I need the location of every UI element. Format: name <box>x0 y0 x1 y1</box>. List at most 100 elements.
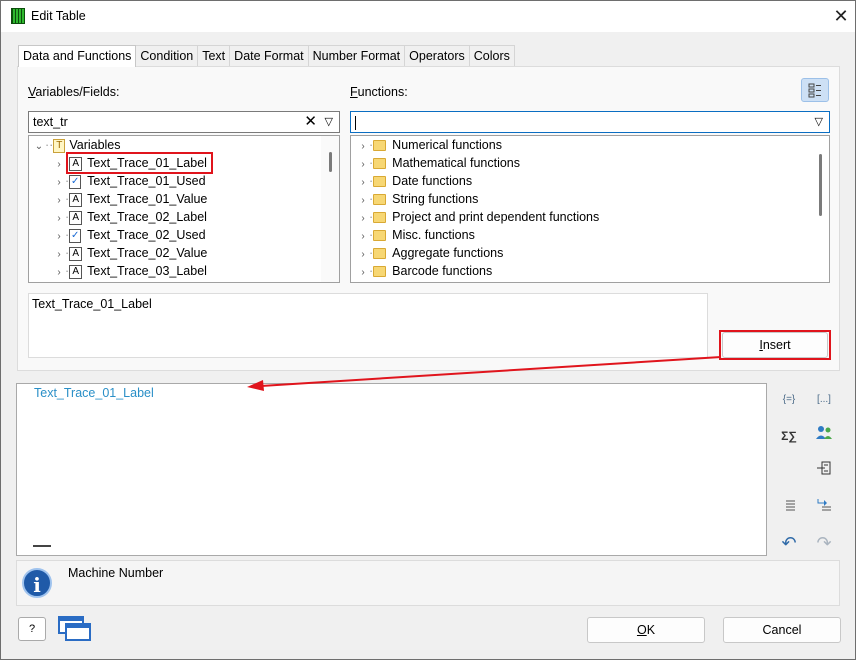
tree-item-label: Text_Trace_03_Label <box>87 264 207 278</box>
editor-collapse-handle[interactable] <box>33 545 51 547</box>
text-caret <box>355 115 356 130</box>
description-box: Text_Trace_01_Label <box>28 293 708 358</box>
indent-glyph <box>817 499 831 511</box>
insert-button-highlight <box>719 330 831 360</box>
align-lines-icon[interactable] <box>778 496 800 518</box>
variables-scroll-thumb[interactable] <box>329 152 332 172</box>
insert-left-glyph <box>817 461 831 475</box>
function-category[interactable]: › · Project and print dependent functions <box>357 208 599 226</box>
function-category[interactable]: › · Mathematical functions <box>357 154 520 172</box>
folder-icon <box>373 212 387 224</box>
arrow-annotation <box>247 356 722 391</box>
tab-text[interactable]: Text <box>197 45 231 66</box>
insert-left-icon[interactable] <box>813 460 835 482</box>
folder-icon <box>373 158 387 170</box>
tree-item[interactable]: › · ✓ Text_Trace_02_Used <box>53 226 206 244</box>
info-text: Machine Number <box>68 566 164 580</box>
function-category[interactable]: › · Barcode functions <box>357 262 492 280</box>
folder-icon <box>373 230 387 242</box>
function-category[interactable]: › · Date functions <box>357 172 472 190</box>
windows-icon[interactable] <box>58 615 92 643</box>
text-type-icon: A <box>69 264 83 279</box>
variables-folder-icon: T <box>53 138 66 153</box>
variables-search-input[interactable]: text_tr ✕ ▽ <box>28 111 340 133</box>
sum-icon[interactable]: Σ∑ <box>778 425 800 447</box>
folder-icon <box>373 176 387 188</box>
tree-item[interactable]: › · A Text_Trace_01_Value <box>53 190 207 208</box>
chevron-down-icon[interactable]: ▽ <box>325 112 333 132</box>
tab-number-format[interactable]: Number Format <box>307 45 406 66</box>
help-icon[interactable]: ? <box>18 617 46 641</box>
people-glyph <box>816 426 832 439</box>
functions-scroll-thumb[interactable] <box>819 154 822 216</box>
tree-item-label: Text_Trace_02_Used <box>87 228 206 242</box>
function-category-label: Barcode functions <box>392 264 493 278</box>
chevron-down-icon[interactable]: ▽ <box>815 112 823 132</box>
text-type-icon: A <box>69 246 83 261</box>
function-category[interactable]: › · Aggregate functions <box>357 244 503 262</box>
function-category-label: Aggregate functions <box>392 246 504 260</box>
description-text: Text_Trace_01_Label <box>32 297 152 311</box>
formula-editor[interactable]: Text_Trace_01_Label <box>16 383 767 556</box>
app-icon <box>11 8 25 24</box>
info-icon: i <box>22 568 52 598</box>
tree-item[interactable]: › · A Text_Trace_03_Label <box>53 262 207 280</box>
functions-tree[interactable]: › · Numerical functions › · Mathematical fun… <box>350 135 830 283</box>
selected-item-highlight <box>66 152 213 174</box>
folder-icon <box>373 140 387 152</box>
folder-icon <box>373 194 387 206</box>
folder-icon <box>373 248 387 260</box>
ok-button[interactable]: OK <box>587 617 705 643</box>
redo-icon[interactable]: ↷ <box>813 532 835 554</box>
chevron-right-icon[interactable]: › <box>53 264 65 282</box>
undo-icon[interactable]: ↶ <box>778 532 800 554</box>
tab-condition[interactable]: Condition <box>135 45 199 66</box>
boolean-type-icon: ✓ <box>69 228 82 243</box>
tab-strip: Data and Functions Condition Text Date F… <box>18 45 515 67</box>
edit-table-dialog: Edit Table ✕ Data and Functions Conditio… <box>0 0 856 660</box>
align-lines-glyph <box>786 500 795 511</box>
tree-item-label: Text_Trace_02_Value <box>87 246 208 260</box>
chevron-down-icon[interactable]: ⌄ <box>33 138 45 156</box>
function-category-label: Date functions <box>392 174 473 188</box>
title-bar: Edit Table ✕ <box>1 1 855 32</box>
function-category[interactable]: › · Misc. functions <box>357 226 475 244</box>
function-category-label: Misc. functions <box>392 228 475 242</box>
indent-icon[interactable] <box>813 496 835 518</box>
tab-colors[interactable]: Colors <box>468 45 515 66</box>
chevron-right-icon[interactable]: › <box>357 264 369 282</box>
text-type-icon: A <box>69 210 83 225</box>
text-type-icon: A <box>69 192 83 207</box>
functions-search-input[interactable]: ▽ <box>350 111 830 133</box>
function-category-label: Project and print dependent functions <box>392 210 600 224</box>
tab-operators[interactable]: Operators <box>404 45 470 66</box>
boolean-type-icon: ✓ <box>69 174 82 189</box>
tree-view-toggle-button[interactable] <box>801 78 829 102</box>
insert-field-icon[interactable]: [...] <box>813 389 835 411</box>
insert-expression-icon[interactable]: {=} <box>778 389 800 411</box>
tree-item-label: Text_Trace_01_Value <box>87 192 208 206</box>
function-category[interactable]: › · String functions <box>357 190 478 208</box>
function-category-label: Numerical functions <box>392 138 502 152</box>
folder-icon <box>373 266 387 278</box>
tree-item[interactable]: › · ✓ Text_Trace_01_Used <box>53 172 206 190</box>
tree-item[interactable]: › · A Text_Trace_02_Value <box>53 244 207 262</box>
cancel-button[interactable]: Cancel <box>723 617 841 643</box>
info-panel: i Machine Number <box>16 560 840 606</box>
close-icon[interactable]: ✕ <box>827 4 855 28</box>
variables-label: Variables/Fields: <box>28 85 120 99</box>
window-title: Edit Table <box>31 9 86 23</box>
tab-date-format[interactable]: Date Format <box>229 45 309 66</box>
tree-item[interactable]: › · A Text_Trace_02_Label <box>53 208 207 226</box>
people-icon[interactable] <box>813 425 835 447</box>
variables-search-value: text_tr <box>33 115 68 129</box>
tree-item-label: Text_Trace_01_Used <box>87 174 206 188</box>
list-view-icon <box>808 83 821 98</box>
tab-data-and-functions[interactable]: Data and Functions <box>18 45 137 67</box>
tree-root-label: Variables <box>69 138 121 152</box>
function-category-label: Mathematical functions <box>392 156 521 170</box>
function-category[interactable]: › · Numerical functions <box>357 136 502 154</box>
editor-content: Text_Trace_01_Label <box>34 386 154 400</box>
clear-icon[interactable]: ✕ <box>304 112 317 132</box>
function-category-label: String functions <box>392 192 479 206</box>
